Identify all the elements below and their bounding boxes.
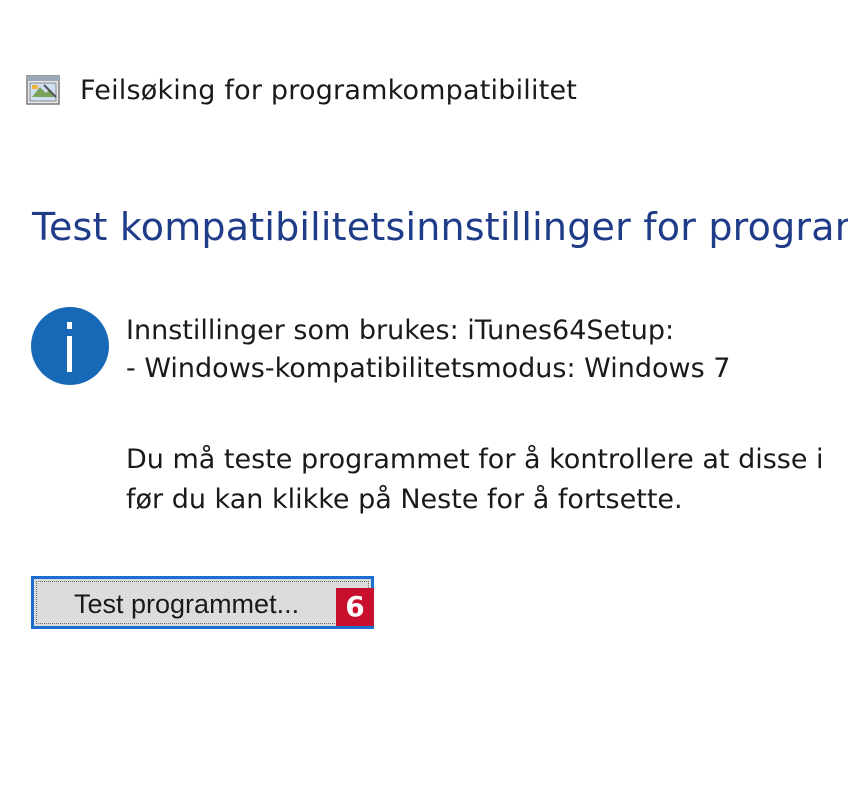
- compatibility-troubleshooter-window: Feilsøking for programkompatibilitet Tes…: [0, 0, 848, 800]
- test-program-button[interactable]: Test programmet...: [31, 576, 374, 629]
- settings-line: - Windows-kompatibilitetsmodus: Windows …: [126, 353, 731, 384]
- step-number-badge: 6: [336, 588, 374, 626]
- window-title: Feilsøking for programkompatibilitet: [80, 74, 578, 106]
- test-program-button-label: Test programmet...: [74, 589, 300, 619]
- page-heading: Test kompatibilitetsinnstillinger for pr…: [32, 205, 848, 249]
- settings-summary: Innstillinger som brukes: iTunes64Setup:…: [126, 312, 730, 388]
- instruction-line: Du må teste programmet for å kontrollere…: [126, 444, 824, 475]
- instruction-text: Du må teste programmet for å kontrollere…: [126, 440, 824, 520]
- settings-line: Innstillinger som brukes: iTunes64Setup:: [126, 315, 675, 346]
- info-icon: [30, 306, 110, 386]
- window-titlebar: Feilsøking for programkompatibilitet: [26, 70, 577, 110]
- instruction-line: før du kan klikke på Neste for å fortset…: [126, 484, 683, 515]
- compatibility-troubleshooter-icon: [26, 75, 60, 105]
